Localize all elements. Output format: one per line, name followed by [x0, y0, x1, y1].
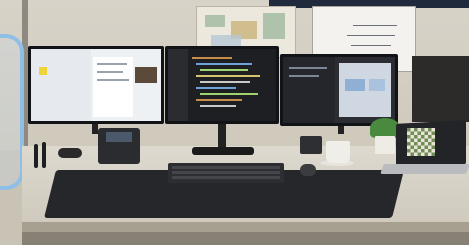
coffee-cup: [326, 141, 350, 163]
cabinet: [412, 56, 469, 122]
keyboard: [168, 163, 284, 183]
plant-pot: [375, 136, 395, 154]
mouse: [300, 164, 316, 176]
desk-phone-display: [106, 132, 132, 142]
desk-setup-photo: [0, 0, 469, 245]
monitor-center: [165, 46, 279, 124]
monitor-left: [28, 46, 164, 124]
overlay-bracket: [0, 34, 24, 190]
laptop-base: [380, 164, 469, 174]
monitor-center-screen: [168, 49, 276, 121]
chess-board-on-laptop: [407, 128, 435, 156]
monitor-center-base: [192, 147, 254, 155]
monitor-right: [280, 54, 398, 126]
monitor-right-stand: [338, 126, 344, 134]
monitor-right-screen: [283, 57, 395, 123]
speaker: [300, 136, 322, 154]
cables: [28, 138, 98, 168]
monitor-left-screen: [31, 49, 161, 121]
floor-shadow: [22, 232, 469, 245]
